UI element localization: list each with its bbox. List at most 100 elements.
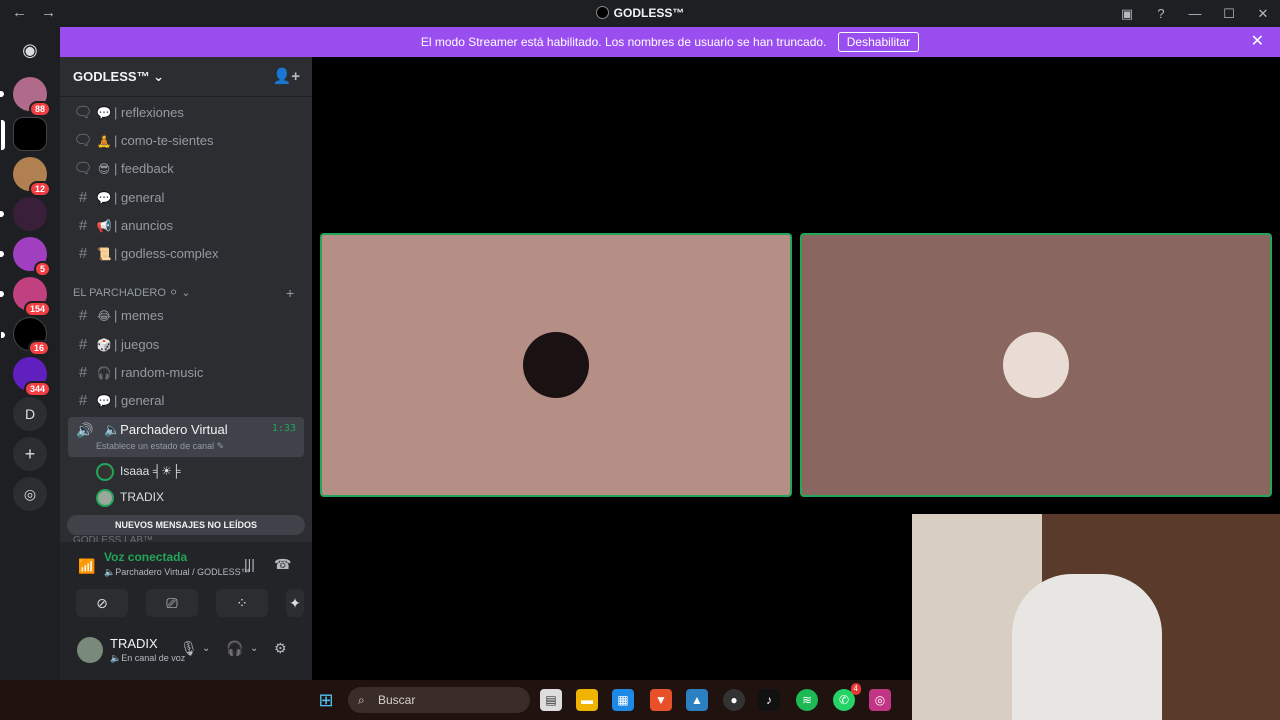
- webcam-overlay: [912, 514, 1280, 720]
- channel-item[interactable]: 🗨 🧘 | como-te-sientes: [68, 128, 304, 154]
- maximize-button[interactable]: ☐: [1212, 0, 1246, 27]
- participant-tile[interactable]: [320, 233, 792, 497]
- category-header[interactable]: EL PARCHADERO ⚪ ⌄: [73, 286, 190, 299]
- soundwave-icon[interactable]: |||: [244, 556, 255, 572]
- server-icon[interactable]: 12: [13, 157, 51, 197]
- add-server-icon[interactable]: +: [13, 437, 47, 471]
- hash-icon: #: [78, 217, 88, 234]
- avatar: [96, 488, 114, 507]
- search-placeholder: Buscar: [378, 693, 416, 707]
- settings-gear-icon[interactable]: ⚙: [274, 640, 287, 657]
- discord-home-icon[interactable]: ◉: [13, 33, 47, 67]
- member-name: Isaaa ╡☀╞: [120, 464, 181, 478]
- server-badge: 88: [28, 101, 51, 117]
- server-icon[interactable]: 344: [13, 357, 51, 397]
- screen-share-button[interactable]: ⎚: [146, 589, 198, 617]
- channel-item[interactable]: # 💬 | general: [68, 185, 304, 211]
- server-icon-godless[interactable]: [1, 117, 47, 151]
- guild-name: GODLESS™ ⌄: [73, 69, 165, 84]
- activities-button[interactable]: ⁘: [216, 589, 268, 617]
- channel-item[interactable]: # 💬 | general: [68, 388, 304, 414]
- channel-item[interactable]: # 😂 | memes: [68, 303, 304, 329]
- channel-name: | juegos: [114, 337, 160, 352]
- obs-icon[interactable]: ●: [723, 689, 745, 711]
- username: TRADIX: [110, 636, 158, 651]
- invite-icon[interactable]: 👤+: [273, 67, 300, 85]
- channel-emoji: 🧘: [96, 134, 112, 148]
- disconnect-icon[interactable]: ☎: [274, 556, 291, 573]
- channel-item[interactable]: 🗨 😎 | feedback: [68, 156, 304, 182]
- server-icon[interactable]: 88: [0, 77, 51, 117]
- inbox-icon[interactable]: ▣: [1110, 0, 1144, 27]
- explore-icon[interactable]: ◎: [13, 477, 47, 511]
- channel-emoji: 💬: [96, 191, 112, 205]
- spotify-icon[interactable]: ≋: [796, 689, 818, 711]
- brave-icon[interactable]: ▼: [650, 689, 672, 711]
- channel-name: | anuncios: [114, 218, 174, 233]
- store-icon[interactable]: ▦: [612, 689, 634, 711]
- help-icon[interactable]: ?: [1144, 0, 1178, 27]
- voice-location[interactable]: 🔈Parchadero Virtual / GODLESS™: [104, 567, 250, 578]
- channel-item[interactable]: 🗨 💬 | reflexiones: [68, 100, 304, 126]
- server-icon[interactable]: 154: [0, 277, 51, 317]
- channel-item[interactable]: # 🎧 | random-music: [68, 360, 304, 386]
- channel-item[interactable]: # 🎲 | juegos: [68, 332, 304, 358]
- chevron-down-icon: ⌄: [181, 287, 191, 299]
- microphone-icon[interactable]: 🎙: [180, 640, 198, 657]
- channel-emoji: 💬: [96, 106, 112, 120]
- channel-name: | memes: [114, 308, 164, 323]
- new-messages-pill[interactable]: NUEVOS MENSAJES NO LEÍDOS: [67, 515, 305, 535]
- server-icon[interactable]: 5: [0, 237, 51, 277]
- guild-header[interactable]: GODLESS™ ⌄ 👤+: [60, 57, 312, 97]
- channel-sidebar: GODLESS™ ⌄ 👤+ 🗨 💬 | reflexiones 🗨 🧘 | como-t…: [60, 57, 312, 680]
- taskbar-search[interactable]: ⌕ Buscar: [348, 687, 530, 713]
- add-channel-icon[interactable]: +: [286, 285, 294, 301]
- forum-icon: 🗨: [73, 132, 93, 149]
- close-button[interactable]: ✕: [1246, 0, 1280, 27]
- user-status: 🔈En canal de voz: [110, 653, 186, 663]
- camera-off-button[interactable]: ⊘: [76, 589, 128, 617]
- photos-icon[interactable]: ▲: [686, 689, 708, 711]
- avatar[interactable]: [77, 637, 103, 663]
- soundboard-button[interactable]: ✦: [286, 589, 304, 617]
- streamer-mode-banner: El modo Streamer está habilitado. Los no…: [60, 27, 1280, 57]
- window-controls: ▣ ? — ☐ ✕: [1110, 0, 1280, 27]
- speaker-icon: 🔊: [76, 422, 94, 438]
- voice-connected-label: Voz conectada: [104, 550, 188, 564]
- tiktok-icon[interactable]: ♪: [758, 689, 780, 711]
- guild-icon: [595, 6, 609, 19]
- avatar: [96, 462, 114, 481]
- headphones-icon[interactable]: 🎧: [226, 640, 243, 657]
- windows-start-icon[interactable]: ⊞: [315, 689, 337, 711]
- participant-tile[interactable]: [800, 233, 1272, 497]
- whatsapp-icon[interactable]: ✆ 4: [833, 683, 861, 711]
- hash-icon: #: [78, 189, 88, 206]
- signal-icon[interactable]: 📶: [78, 558, 95, 575]
- server-icon[interactable]: 16: [1, 317, 50, 356]
- channel-emoji: 📢: [96, 219, 112, 233]
- chevron-down-icon[interactable]: ⌄: [250, 643, 258, 654]
- server-badge: 344: [23, 381, 51, 397]
- server-icon[interactable]: [0, 197, 47, 231]
- member-name: TRADIX: [120, 490, 165, 504]
- voice-member[interactable]: TRADIX: [96, 486, 164, 508]
- voice-timer: 1:33: [271, 423, 296, 434]
- server-icon-d[interactable]: D: [13, 397, 47, 431]
- close-banner-icon[interactable]: ✕: [1251, 27, 1264, 57]
- soundboard-icon: ✦: [289, 595, 301, 611]
- task-view-icon[interactable]: ▤: [540, 689, 562, 711]
- search-icon: ⌕: [358, 693, 365, 707]
- voice-channel-active[interactable]: 🔊 🔈Parchadero Virtual 1:33 Establece un …: [68, 417, 304, 457]
- file-explorer-icon[interactable]: ▬: [576, 689, 598, 711]
- channel-item[interactable]: # 📜 | godless-complex: [68, 241, 304, 267]
- chevron-down-icon[interactable]: ⌄: [202, 643, 210, 654]
- channel-item[interactable]: # 📢 | anuncios: [68, 213, 304, 239]
- channel-emoji: 🎧: [96, 366, 112, 380]
- set-channel-status[interactable]: Establece un estado de canal ✎: [96, 441, 224, 452]
- instagram-icon[interactable]: ◎: [869, 689, 891, 711]
- voice-member[interactable]: Isaaa ╡☀╞: [96, 460, 180, 482]
- channel-emoji: 💬: [96, 394, 112, 408]
- voice-panel: 📶 Voz conectada 🔈Parchadero Virtual / GO…: [60, 542, 312, 680]
- disable-button[interactable]: Deshabilitar: [837, 32, 920, 52]
- minimize-button[interactable]: —: [1178, 0, 1212, 27]
